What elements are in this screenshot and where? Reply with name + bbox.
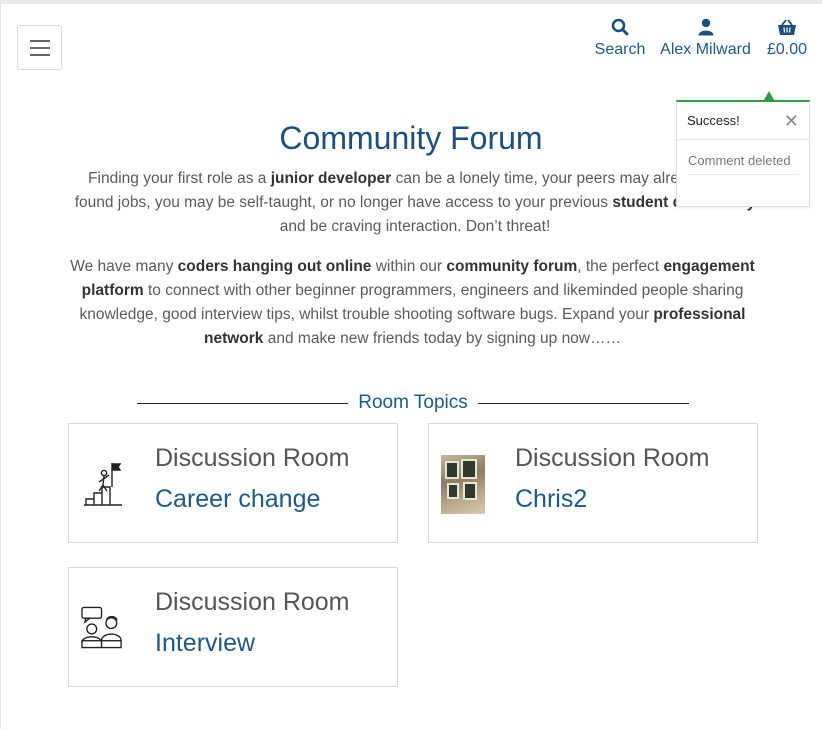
room-heading: Discussion Room [155,444,350,472]
emphasis-text: community forum [446,258,578,275]
user-icon [657,16,754,38]
toast-divider [688,174,798,175]
success-toast: Success! ✕ Comment deleted [676,100,810,207]
toast-title: Success! [687,113,740,128]
basket-total: £0.00 [766,41,808,58]
body-text: and make new friends today by signing up… [263,330,621,347]
intro-paragraph: Finding your first role as a junior deve… [70,167,760,239]
search-nav-link[interactable]: Search [590,16,650,60]
account-nav-link[interactable]: Alex Milward [657,16,754,60]
room-card-career-change[interactable]: Discussion Room Career change [68,423,398,543]
toast-header: Success! ✕ [677,102,809,140]
body-text: and be craving interaction. Don’t threat… [279,218,551,235]
account-label: Alex Milward [660,41,751,58]
divider-line [477,402,690,404]
toast-body: Comment deleted [677,140,809,175]
body-text: within our [371,258,447,275]
room-topics-heading: Room Topics [358,392,468,413]
room-topic-link[interactable]: Career change [155,485,320,514]
body-text: , the perfect [577,258,664,275]
body-paragraph: We have many coders hanging out online w… [70,255,755,351]
room-photo [440,454,485,514]
room-topic-link[interactable]: Chris2 [515,485,587,514]
body-text: Finding your first role as a [88,170,271,187]
menu-line [29,46,50,49]
emphasis-text: junior developer [270,170,392,187]
career-stairs-icon [80,454,125,514]
divider-line [137,402,349,404]
toast-arrow [764,91,774,100]
interview-people-icon [80,598,125,658]
toast-message: Comment deleted [688,153,791,168]
emphasis-text: coders hanging out online [177,258,372,275]
body-text: We have many [70,258,178,275]
room-card-interview[interactable]: Discussion Room Interview [68,567,398,687]
body-text: to connect with other beginner programme… [79,282,744,323]
room-topics-divider: Room Topics [137,391,690,415]
basket-icon [762,16,812,38]
search-label: Search [594,41,646,58]
search-icon [590,16,650,38]
close-icon[interactable]: ✕ [784,112,799,130]
hamburger-menu-button[interactable] [17,25,62,70]
room-heading: Discussion Room [515,444,710,472]
room-card-chris2[interactable]: Discussion Room Chris2 [428,423,758,543]
menu-line [29,39,50,42]
menu-line [29,53,50,56]
basket-nav-link[interactable]: £0.00 [762,16,812,60]
room-heading: Discussion Room [155,588,350,616]
room-topic-link[interactable]: Interview [155,629,255,658]
